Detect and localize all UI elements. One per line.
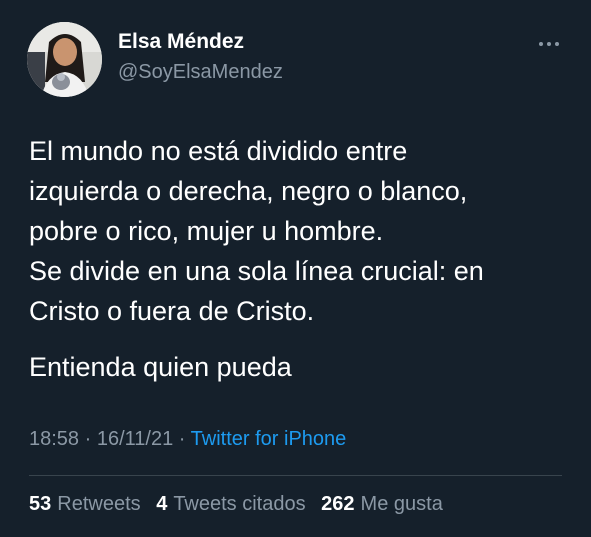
quotes-label: Tweets citados xyxy=(173,493,306,515)
retweets-stat[interactable]: 53 Retweets xyxy=(29,493,141,516)
tweet-line: Se divide en una sola línea crucial: en xyxy=(29,256,484,286)
tweet-line: izquierda o derecha, negro o blanco, xyxy=(29,176,468,206)
tweet-stats: 53 Retweets 4 Tweets citados 262 Me gusta xyxy=(29,493,453,516)
more-icon[interactable] xyxy=(536,34,562,54)
likes-label: Me gusta xyxy=(360,493,443,515)
likes-count: 262 xyxy=(321,493,355,515)
quote-tweets-stat[interactable]: 4 Tweets citados xyxy=(156,493,305,516)
profile-photo-icon xyxy=(27,22,102,97)
tweet-text: El mundo no está dividido entre izquierd… xyxy=(29,131,569,387)
likes-stat[interactable]: 262 Me gusta xyxy=(321,493,443,516)
avatar[interactable] xyxy=(27,22,102,97)
divider xyxy=(29,475,562,476)
tweet-date[interactable]: 16/11/21 xyxy=(97,428,173,450)
meta-separator: · xyxy=(178,428,186,450)
tweet-source-link[interactable]: Twitter for iPhone xyxy=(191,428,347,450)
tweet-line: El mundo no está dividido entre xyxy=(29,136,408,166)
tweet-time[interactable]: 18:58 xyxy=(29,428,79,450)
tweet-card: Elsa Méndez @SoyElsaMendez El mundo no e… xyxy=(0,0,591,537)
tweet-closing-line: Entienda quien pueda xyxy=(29,352,292,382)
author-handle[interactable]: @SoyElsaMendez xyxy=(118,61,283,84)
tweet-line: pobre o rico, mujer u hombre. xyxy=(29,216,384,246)
quotes-count: 4 xyxy=(156,493,168,515)
retweets-count: 53 xyxy=(29,493,52,515)
tweet-line: Cristo o fuera de Cristo. xyxy=(29,296,315,326)
tweet-meta: 18:58 · 16/11/21 · Twitter for iPhone xyxy=(29,428,346,451)
author-display-name[interactable]: Elsa Méndez xyxy=(118,30,244,54)
retweets-label: Retweets xyxy=(57,493,141,515)
meta-separator: · xyxy=(84,428,92,450)
